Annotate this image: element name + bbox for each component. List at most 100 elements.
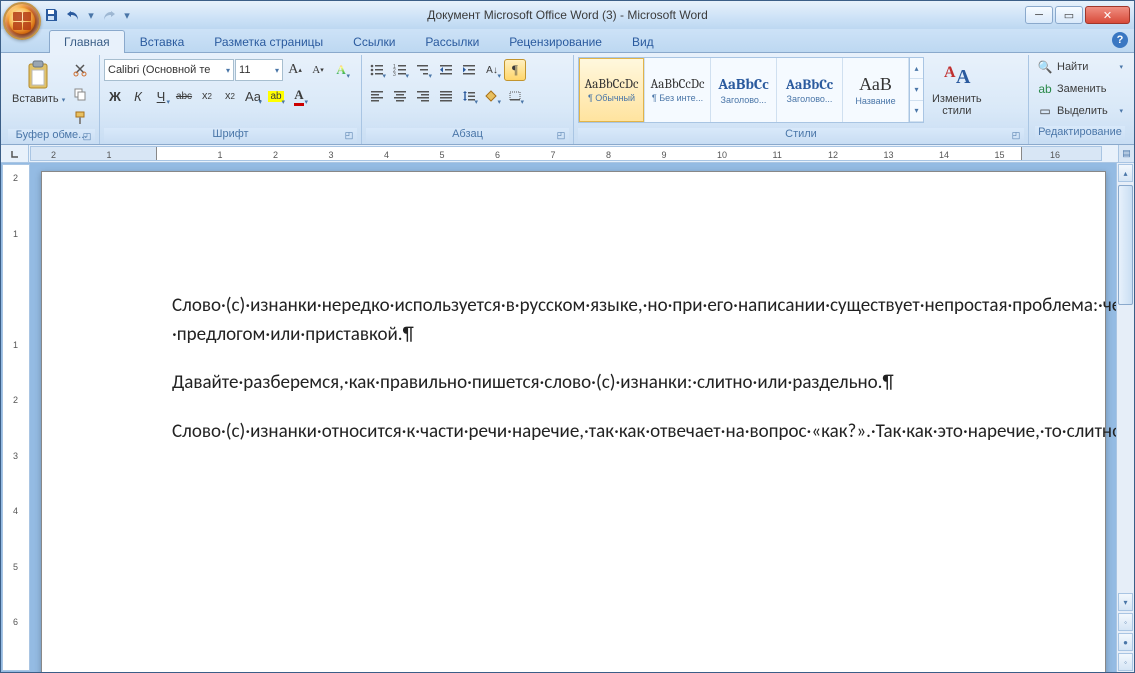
font-launcher[interactable]: ◰ [343,130,355,142]
shading-button[interactable] [481,85,503,107]
justify-button[interactable] [435,85,457,107]
font-size-combo[interactable]: 11▾ [235,59,283,81]
group-styles: AaBbCcDc¶ Обычный AaBbCcDc¶ Без инте... … [574,55,1029,144]
group-paragraph: 123 А↓ ¶ [362,55,574,144]
font-color-button[interactable]: A [288,85,310,107]
multilevel-button[interactable] [412,59,434,81]
clear-format-button[interactable]: A [330,59,352,81]
browse-object-button[interactable]: ● [1118,633,1133,651]
align-center-button[interactable] [389,85,411,107]
scroll-up-button[interactable]: ▴ [1118,164,1133,182]
replace-icon: ab [1037,81,1053,97]
scrollbar-thumb[interactable] [1118,185,1133,305]
tab-mailings[interactable]: Рассылки [410,30,494,53]
prev-page-button[interactable]: ◦ [1118,613,1133,631]
style-gallery: AaBbCcDc¶ Обычный AaBbCcDc¶ Без инте... … [578,57,924,123]
gallery-up[interactable]: ▴ [910,58,923,79]
italic-button[interactable]: К [127,85,149,107]
paragraph-launcher[interactable]: ◰ [555,130,567,142]
change-case-button[interactable]: Aa [242,85,264,107]
group-editing-label: Редактирование [1035,126,1125,142]
show-marks-button[interactable]: ¶ [504,59,526,81]
horizontal-ruler-area: 211234567891011121314151617 ▤ [1,145,1134,163]
highlight-button[interactable]: ab [265,85,287,107]
paste-button[interactable]: Вставить ▾ [8,57,69,109]
maximize-button[interactable]: ▭ [1055,6,1083,24]
tab-insert[interactable]: Вставка [125,30,200,53]
group-font: Calibri (Основной те▾ 11▾ A▴ A▾ A Ж К Ч … [100,55,362,144]
sort-button[interactable]: А↓ [481,59,503,81]
style-heading2[interactable]: AaBbCcЗаголово... [777,58,843,122]
group-styles-label: Стили [785,128,817,140]
page-scroll-area[interactable]: Слово·(с)·изнанки·нередко·используется·в… [31,163,1116,672]
select-icon: ▭ [1037,103,1053,119]
paragraph-1[interactable]: Слово·(с)·изнанки·нередко·используется·в… [172,292,975,349]
underline-button[interactable]: Ч [150,85,172,107]
bullets-button[interactable] [366,59,388,81]
office-button[interactable] [3,2,41,40]
scroll-down-button[interactable]: ▾ [1118,593,1133,611]
tab-home[interactable]: Главная [49,30,125,53]
gallery-more[interactable]: ▾ [910,101,923,122]
format-painter-button[interactable] [71,107,89,129]
subscript-button[interactable]: x2 [196,85,218,107]
page[interactable]: Слово·(с)·изнанки·нередко·используется·в… [41,171,1106,672]
line-spacing-button[interactable] [458,85,480,107]
svg-text:3: 3 [393,72,396,76]
cut-button[interactable] [71,59,89,81]
group-font-label: Шрифт [212,128,248,140]
next-page-button[interactable]: ◦ [1118,653,1133,671]
paragraph-3[interactable]: Слово·(с)·изнанки·относится·к·части·речи… [172,418,975,447]
svg-text:A: A [944,64,956,81]
horizontal-ruler[interactable]: 211234567891011121314151617 [30,146,1102,161]
replace-button[interactable]: abЗаменить [1035,79,1125,99]
tab-selector[interactable] [1,145,29,162]
paragraph-2[interactable]: Давайте·разберемся,·как·правильно·пишетс… [172,369,975,398]
change-styles-label: Изменить стили [932,93,982,117]
window-title: Документ Microsoft Office Word (3) - Mic… [427,8,708,22]
align-right-button[interactable] [412,85,434,107]
copy-button[interactable] [71,83,89,105]
superscript-button[interactable]: x2 [219,85,241,107]
clipboard-launcher[interactable]: ◰ [81,131,93,143]
save-button[interactable] [41,5,61,25]
bold-button[interactable]: Ж [104,85,126,107]
ruler-toggle[interactable]: ▤ [1118,145,1134,162]
undo-button[interactable] [63,5,83,25]
quick-access-toolbar: ▾ ▾ [41,5,133,25]
tab-review[interactable]: Рецензирование [494,30,617,53]
vertical-ruler[interactable]: 21123456789 [2,164,30,671]
style-nospacing[interactable]: AaBbCcDc¶ Без инте... [645,58,711,122]
grow-font-button[interactable]: A▴ [284,59,306,81]
shrink-font-button[interactable]: A▾ [307,59,329,81]
find-button[interactable]: 🔍Найти ▾ [1035,57,1125,77]
redo-button[interactable] [99,5,119,25]
decrease-indent-button[interactable] [435,59,457,81]
style-heading1[interactable]: AaBbCсЗаголово... [711,58,777,122]
qat-customize[interactable]: ▾ [121,9,133,22]
style-title[interactable]: АаВНазвание [843,58,909,122]
select-button[interactable]: ▭Выделить ▾ [1035,101,1125,121]
font-name-combo[interactable]: Calibri (Основной те▾ [104,59,234,81]
scrollbar-track[interactable] [1117,183,1134,592]
align-left-button[interactable] [366,85,388,107]
tab-references[interactable]: Ссылки [338,30,410,53]
svg-text:A: A [956,66,971,88]
minimize-button[interactable]: ─ [1025,6,1053,24]
close-button[interactable]: ✕ [1085,6,1130,24]
strike-button[interactable]: abc [173,85,195,107]
undo-dropdown[interactable]: ▾ [85,9,97,22]
borders-button[interactable] [504,85,526,107]
help-button[interactable]: ? [1112,32,1128,48]
style-normal[interactable]: AaBbCcDc¶ Обычный [579,58,645,122]
increase-indent-button[interactable] [458,59,480,81]
tab-view[interactable]: Вид [617,30,669,53]
gallery-down[interactable]: ▾ [910,79,923,100]
group-clipboard-label: Буфер обме... [16,129,88,141]
ribbon-tabs: Главная Вставка Разметка страницы Ссылки… [1,29,1134,53]
tab-layout[interactable]: Разметка страницы [199,30,338,53]
numbering-button[interactable]: 123 [389,59,411,81]
change-styles-button[interactable]: AA Изменить стили [928,57,986,119]
titlebar: ▾ ▾ Документ Microsoft Office Word (3) -… [1,1,1134,29]
styles-launcher[interactable]: ◰ [1010,130,1022,142]
